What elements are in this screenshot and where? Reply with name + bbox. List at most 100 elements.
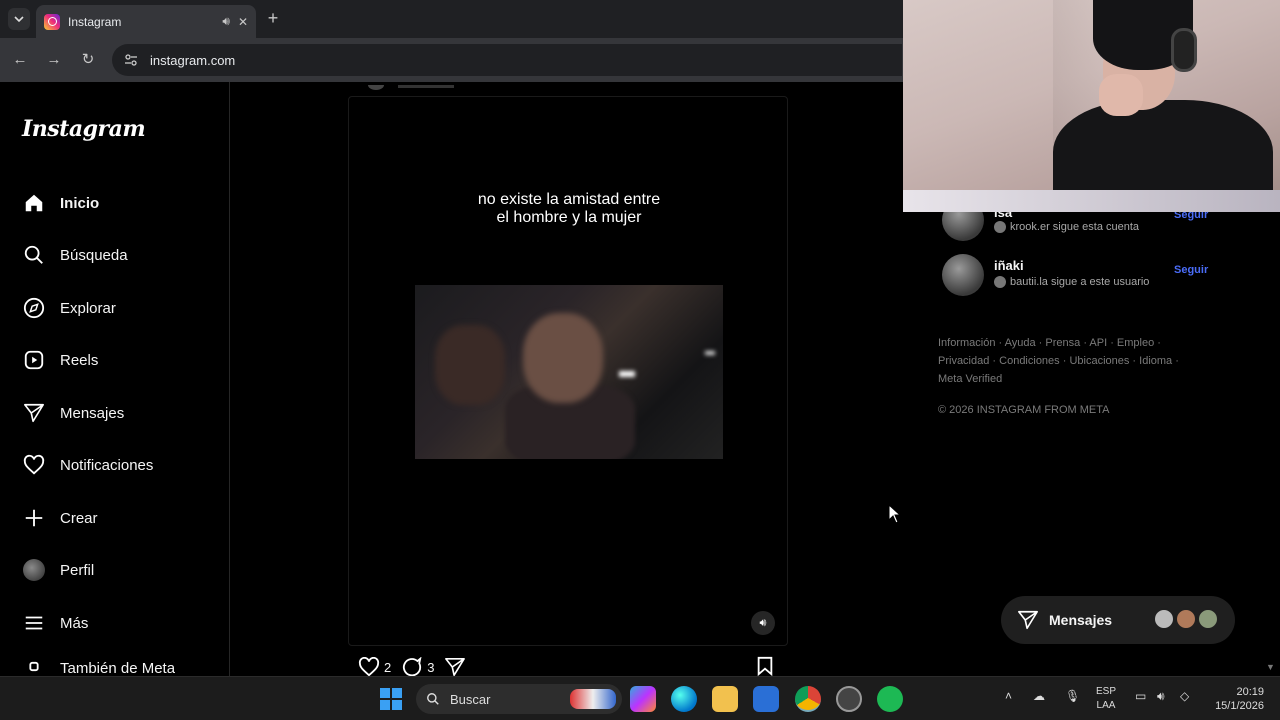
tab-search-button[interactable]	[8, 8, 30, 30]
network-icon[interactable]: ▭	[1135, 689, 1146, 703]
messages-drawer-button[interactable]: Mensajes	[1001, 596, 1235, 644]
edge-browser-icon[interactable]	[671, 686, 697, 712]
instagram-favicon-icon	[44, 13, 60, 30]
volume-icon[interactable]: 🔊︎	[1157, 689, 1165, 704]
like-count: 2	[384, 659, 392, 675]
search-icon	[22, 243, 46, 267]
search-icon	[427, 693, 439, 705]
suggestion-subtitle: krook.er sigue esta cuenta	[994, 221, 1139, 233]
sidebar-item-label: Crear	[60, 509, 98, 527]
chrome-browser-icon[interactable]	[795, 686, 821, 712]
post-video-caption: no existe la amistad entre el hombre y l…	[349, 191, 789, 227]
chevron-up-icon[interactable]: ˄	[1005, 689, 1012, 703]
sidebar-item-explorar[interactable]: Explorar	[22, 293, 116, 323]
messages-label: Mensajes	[1049, 612, 1113, 628]
avatar	[994, 276, 1006, 288]
sidebar-item-label: Reels	[60, 351, 99, 369]
suggestion-reason: bautii.la sigue a este usuario	[1010, 276, 1150, 288]
url-text: instagram.com	[150, 52, 236, 68]
bookmark-icon	[757, 656, 773, 677]
microsoft-store-icon[interactable]	[753, 686, 779, 712]
sidebar-item-mensajes[interactable]: Mensajes	[22, 398, 124, 428]
post-video-frame	[415, 285, 723, 459]
like-button[interactable]: 2	[358, 657, 391, 677]
footer-links-line[interactable]: Información · Ayuda · Prensa · API · Emp…	[938, 334, 1188, 352]
speaker-icon: 🔊︎	[759, 616, 767, 629]
suggestion-reason: krook.er sigue esta cuenta	[1010, 221, 1140, 233]
share-button[interactable]	[444, 657, 466, 677]
suggestion-username[interactable]: iñaki	[994, 258, 1024, 273]
meta-icon	[22, 660, 46, 676]
footer-links-line[interactable]: Privacidad · Condiciones · Ubicaciones ·…	[938, 352, 1188, 370]
sidebar-item-label: Perfil	[60, 561, 95, 579]
sidebar-item-reels[interactable]: Reels	[22, 345, 98, 375]
webcam-overlay	[903, 0, 1280, 212]
feed-post-media[interactable]: no existe la amistad entre el hombre y l…	[348, 96, 788, 646]
obs-studio-icon[interactable]	[836, 686, 862, 712]
comment-icon	[403, 657, 422, 677]
send-icon	[445, 658, 466, 676]
avatar[interactable]	[942, 254, 984, 296]
notification-icon[interactable]: ◇	[1180, 689, 1189, 703]
forward-arrow-icon[interactable]: →	[44, 50, 64, 70]
sidebar-item-label: Más	[60, 614, 89, 632]
browser-toolbar: ← → ↻ instagram.com	[0, 38, 903, 82]
footer-links-line[interactable]: Meta Verified	[938, 370, 1188, 388]
reload-icon[interactable]: ↻	[78, 50, 98, 70]
instagram-sidebar: Instagram Inicio Búsqueda Explorar Reels…	[0, 82, 230, 676]
address-bar[interactable]: instagram.com	[112, 44, 902, 76]
avatar	[994, 221, 1006, 233]
copilot-icon[interactable]	[630, 686, 656, 712]
keyboard-layout-code: LAA	[1096, 700, 1116, 711]
heart-icon	[358, 657, 380, 677]
audio-toggle-button[interactable]: 🔊︎	[751, 611, 775, 635]
browser-tab-instagram[interactable]: Instagram 🔊︎ ✕	[36, 5, 256, 38]
sidebar-item-label: Mensajes	[60, 404, 125, 422]
tab-title: Instagram	[68, 14, 122, 29]
sidebar-item-notificaciones[interactable]: Notificaciones	[22, 450, 153, 480]
clock-time: 20:19	[1236, 686, 1264, 698]
sidebar-item-tambien-de-meta[interactable]: También de Meta	[22, 660, 175, 676]
menu-icon	[22, 611, 46, 635]
close-icon[interactable]: ✕	[238, 15, 248, 29]
site-settings-icon[interactable]	[124, 53, 138, 67]
windows-start-icon[interactable]	[378, 686, 404, 712]
windows-taskbar: Buscar ˄ ☁ 🎙︎ ESP LAA ▭ 🔊︎ ◇ 20:19 15/1/…	[0, 676, 1280, 720]
send-icon	[22, 401, 46, 425]
input-language-indicator[interactable]: ESP LAA	[1096, 685, 1116, 713]
sidebar-item-label: Inicio	[60, 194, 100, 212]
scroll-down-arrow-icon[interactable]: ▼	[1266, 662, 1275, 672]
profile-avatar	[22, 558, 46, 582]
comment-count: 3	[427, 659, 435, 675]
microphone-icon[interactable]: 🎙︎	[1065, 689, 1080, 703]
new-tab-button[interactable]: +	[262, 8, 284, 29]
suggestion-item: iñaki bautii.la sigue a este usuario Seg…	[942, 254, 1212, 296]
sidebar-item-crear[interactable]: Crear	[22, 503, 98, 533]
avatar	[1175, 608, 1197, 630]
compass-icon	[22, 296, 46, 320]
send-icon	[1018, 610, 1038, 630]
back-arrow-icon[interactable]: ←	[10, 50, 30, 70]
reels-icon	[22, 348, 46, 372]
onedrive-cloud-icon[interactable]: ☁	[1033, 689, 1045, 703]
taskbar-search-box[interactable]: Buscar	[416, 684, 622, 714]
sidebar-item-mas[interactable]: Más	[22, 608, 88, 638]
sidebar-item-busqueda[interactable]: Búsqueda	[22, 240, 128, 270]
follow-button[interactable]: Seguir	[1174, 264, 1208, 276]
speaker-icon[interactable]: 🔊︎	[222, 14, 230, 29]
sidebar-item-perfil[interactable]: Perfil	[22, 555, 94, 585]
avatar	[1153, 608, 1175, 630]
comment-button[interactable]: 3	[401, 657, 434, 677]
spotify-icon[interactable]	[877, 686, 903, 712]
file-explorer-icon[interactable]	[712, 686, 738, 712]
heart-icon	[22, 453, 46, 477]
instagram-logo[interactable]: Instagram	[22, 116, 146, 142]
browser-tab-strip: Instagram 🔊︎ ✕ +	[0, 0, 903, 38]
post-author-header[interactable]	[368, 78, 458, 90]
system-clock[interactable]: 20:19 15/1/2026	[1206, 685, 1264, 713]
sidebar-item-inicio[interactable]: Inicio	[22, 188, 99, 218]
language-code: ESP	[1096, 686, 1117, 697]
sidebar-item-label: Explorar	[60, 299, 116, 317]
caption-line-2: el hombre y la mujer	[496, 209, 642, 226]
chevron-down-icon	[14, 16, 24, 23]
